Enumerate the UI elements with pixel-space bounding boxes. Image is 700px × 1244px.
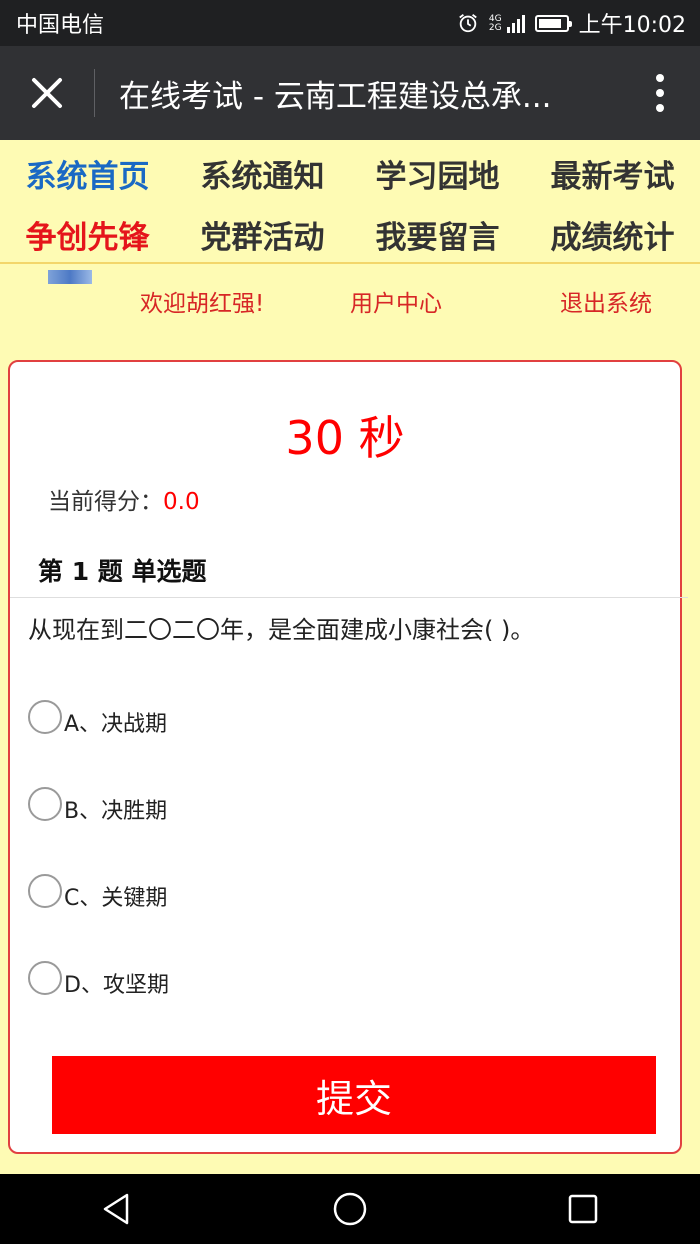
close-button[interactable] [0,46,94,140]
nav-item-party-activities[interactable]: 党群活动 [175,212,350,257]
system-nav-bar [0,1174,700,1244]
recents-button[interactable] [553,1179,613,1239]
option-d[interactable]: D、攻坚期 [28,961,169,999]
back-button[interactable] [87,1179,147,1239]
question-divider [10,597,688,598]
more-vertical-icon [656,74,664,112]
option-label: A、决战期 [64,712,168,737]
home-button[interactable] [320,1179,380,1239]
option-label: B、决胜期 [64,799,168,824]
current-score: 当前得分：0.0 [48,482,200,516]
page-title: 在线考试 - 云南工程建设总承... [119,78,552,115]
back-triangle-icon [103,1193,128,1225]
status-icons: 4G 2G 上午10:02 [457,7,686,39]
main-nav: 系统首页 系统通知 学习园地 最新考试 争创先锋 党群活动 我要留言 成绩统计 [0,140,700,264]
countdown-timer: 30 秒 [285,411,405,465]
question-header: 第 1 题 单选题 [38,557,207,586]
recents-square-icon [569,1194,598,1224]
home-circle-icon [333,1192,367,1226]
alarm-icon [459,14,477,33]
network-2g: 2G [488,23,502,33]
user-bar: 欢迎胡红强! 用户中心 退出系统 [0,264,700,334]
nav-row-2: 争创先锋 党群活动 我要留言 成绩统计 [0,206,700,262]
nav-item-notices[interactable]: 系统通知 [175,151,350,196]
nav-item-score-stats[interactable]: 成绩统计 [525,212,700,257]
more-button[interactable] [620,46,700,140]
signal-icon: 4G 2G [489,13,525,33]
option-b[interactable]: B、决胜期 [28,787,167,825]
close-icon [32,78,62,108]
logout-link[interactable]: 退出系统 [560,284,652,318]
battery-icon [534,14,572,32]
nav-row-1: 系统首页 系统通知 学习园地 最新考试 [0,140,700,206]
nav-item-pioneer[interactable]: 争创先锋 [0,212,175,257]
submit-button[interactable]: 提交 [52,1056,656,1134]
welcome-text: 欢迎胡红强! [140,291,265,317]
option-label: D、攻坚期 [64,973,169,998]
option-c[interactable]: C、关键期 [28,874,167,912]
radio-button[interactable] [28,787,62,821]
status-bar: 中国电信 4G 2G 上午10:02 [0,0,700,46]
nav-item-leave-message[interactable]: 我要留言 [350,212,525,257]
option-a[interactable]: A、决战期 [28,700,167,738]
nav-item-latest-exam[interactable]: 最新考试 [525,151,700,196]
user-center-link[interactable]: 用户中心 [350,284,442,318]
title-bar: 在线考试 - 云南工程建设总承... [0,46,700,140]
carrier-label: 中国电信 [16,13,105,38]
radio-button[interactable] [28,874,62,908]
nav-item-learning[interactable]: 学习园地 [350,151,525,196]
radio-button[interactable] [28,961,62,995]
option-label: C、关键期 [64,886,168,911]
radio-button[interactable] [28,700,62,734]
clock: 上午10:02 [578,13,686,38]
nav-item-home[interactable]: 系统首页 [0,151,175,196]
score-value: 0.0 [163,489,200,515]
battery-fill [538,18,561,28]
avatar [48,270,92,284]
exam-card: 30 秒 当前得分：0.0 第 1 题 单选题 从现在到二〇二〇年，是全面建成小… [8,360,688,1154]
question-text: 从现在到二〇二〇年，是全面建成小康社会( )。 [28,616,535,644]
score-label: 当前得分： [48,489,163,515]
